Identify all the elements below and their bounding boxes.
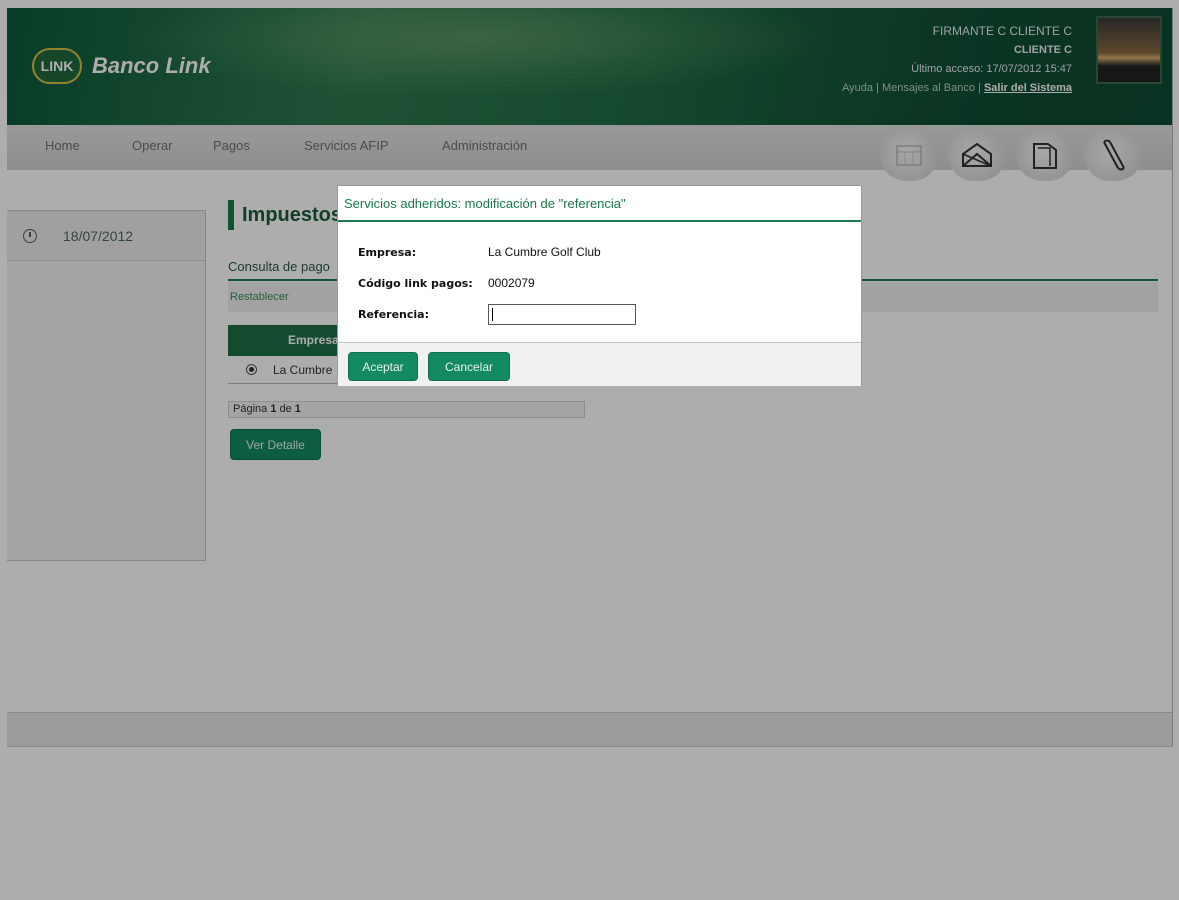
window-edge [1172, 8, 1173, 747]
codigo-label: Código link pagos: [358, 277, 473, 290]
app-window: LINK Banco Link FIRMANTE C CLIENTE C CLI… [0, 0, 1179, 900]
dialog-title: Servicios adheridos: modificación de "re… [338, 186, 861, 222]
accept-button[interactable]: Aceptar [348, 352, 418, 381]
referencia-label: Referencia: [358, 308, 430, 321]
codigo-field: Código link pagos: 0002079 [358, 276, 535, 290]
referencia-field: Referencia: [358, 307, 488, 321]
referencia-input[interactable] [488, 304, 636, 325]
footer-bar [7, 712, 1173, 747]
codigo-value: 0002079 [488, 276, 535, 290]
dialog-footer: Aceptar Cancelar [338, 342, 861, 386]
cancel-button[interactable]: Cancelar [428, 352, 510, 381]
edit-reference-dialog: Servicios adheridos: modificación de "re… [337, 185, 862, 386]
empresa-label: Empresa: [358, 246, 417, 259]
empresa-field: Empresa: La Cumbre Golf Club [358, 245, 601, 259]
modal-overlay [0, 0, 1179, 900]
empresa-value: La Cumbre Golf Club [488, 245, 601, 259]
